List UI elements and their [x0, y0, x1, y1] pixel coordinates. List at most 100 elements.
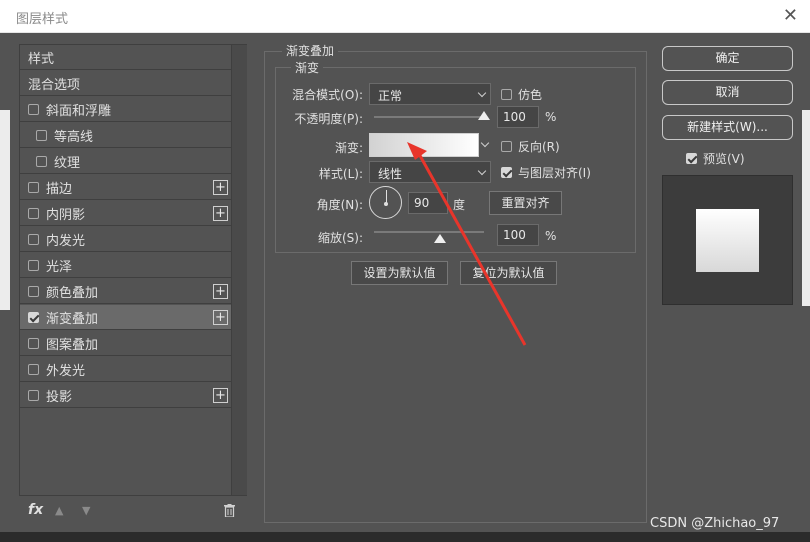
- scale-slider-thumb[interactable]: [434, 234, 446, 243]
- preview-thumbnail: [662, 175, 793, 305]
- move-up-icon[interactable]: ▲: [55, 504, 63, 517]
- window-bottom-edge: [0, 532, 810, 542]
- style-list-item[interactable]: 样式: [20, 45, 231, 70]
- style-checkbox-icon[interactable]: [28, 337, 39, 349]
- gradient-picker[interactable]: [369, 133, 479, 157]
- trash-icon[interactable]: [224, 504, 235, 517]
- preview-swatch: [696, 209, 759, 272]
- style-list-item[interactable]: 投影 +: [20, 383, 231, 408]
- style-list-item[interactable]: 斜面和浮雕: [20, 97, 231, 122]
- dither-check-icon[interactable]: [501, 89, 512, 100]
- style-checkbox-icon[interactable]: [28, 207, 39, 219]
- add-effect-icon[interactable]: +: [213, 206, 228, 221]
- blend-mode-select[interactable]: 正常: [369, 83, 491, 105]
- reset-alignment-button[interactable]: 重置对齐: [489, 191, 562, 215]
- title-bar: 图层样式 ✕: [0, 0, 810, 33]
- add-effect-icon[interactable]: +: [213, 284, 228, 299]
- style-checkbox-icon[interactable]: [28, 181, 39, 193]
- style-checkbox-icon[interactable]: [28, 311, 39, 323]
- gradient-label: 渐变:: [334, 141, 363, 155]
- style-list-item[interactable]: 纹理: [20, 149, 231, 174]
- style-list-item-label: 投影: [46, 389, 73, 405]
- angle-center-dot: [384, 202, 388, 206]
- reverse-checkbox[interactable]: 反向(R): [501, 138, 560, 155]
- style-checkbox-icon[interactable]: [28, 233, 39, 245]
- ok-button[interactable]: 确定: [662, 46, 793, 71]
- align-check-icon[interactable]: [501, 167, 512, 178]
- background-document-edge: [0, 110, 10, 310]
- style-list-item-label: 外发光: [46, 363, 86, 379]
- style-list-item[interactable]: 外发光: [20, 357, 231, 382]
- style-list-item-label: 纹理: [54, 155, 81, 171]
- style-list-item[interactable]: 内阴影 +: [20, 201, 231, 226]
- style-label: 样式(L):: [318, 167, 363, 181]
- scale-input[interactable]: 100: [497, 224, 539, 246]
- style-list-item-label: 样式: [28, 51, 55, 67]
- style-list-item[interactable]: 颜色叠加 +: [20, 279, 231, 304]
- add-effect-icon[interactable]: +: [213, 180, 228, 195]
- style-list-item[interactable]: 混合选项: [20, 71, 231, 96]
- preview-check-icon[interactable]: [686, 153, 697, 164]
- dither-checkbox[interactable]: 仿色: [501, 86, 542, 103]
- reverse-label: 反向(R): [518, 140, 560, 154]
- subsection-title: 渐变: [291, 59, 324, 76]
- style-list-item[interactable]: 等高线: [20, 123, 231, 148]
- opacity-slider-thumb[interactable]: [478, 111, 490, 120]
- angle-dial[interactable]: [369, 186, 402, 219]
- close-icon[interactable]: ✕: [783, 5, 798, 26]
- style-list-footer: fx ▲ ▼: [26, 502, 240, 522]
- chevron-down-icon: [477, 88, 487, 98]
- style-value: 线性: [378, 167, 403, 181]
- section-title: 渐变叠加: [282, 42, 339, 59]
- opacity-label: 不透明度(P):: [294, 112, 363, 126]
- window-title: 图层样式: [16, 12, 69, 27]
- style-list-item-label: 描边: [46, 181, 73, 197]
- style-checkbox-icon[interactable]: [28, 389, 39, 401]
- style-list-item-label: 渐变叠加: [46, 311, 99, 327]
- style-list-item-label: 斜面和浮雕: [46, 103, 112, 119]
- style-checkbox-icon[interactable]: [36, 155, 47, 167]
- style-list-item[interactable]: 光泽: [20, 253, 231, 278]
- style-select[interactable]: 线性: [369, 161, 491, 183]
- style-list-item[interactable]: 图案叠加: [20, 331, 231, 356]
- preview-label: 预览(V): [703, 152, 745, 166]
- style-list-scrollbar[interactable]: [231, 45, 247, 495]
- style-checkbox-icon[interactable]: [28, 285, 39, 297]
- reset-default-button[interactable]: 复位为默认值: [460, 261, 557, 285]
- add-effect-icon[interactable]: +: [213, 310, 228, 325]
- cancel-button[interactable]: 取消: [662, 80, 793, 105]
- new-style-button[interactable]: 新建样式(W)...: [662, 115, 793, 140]
- scale-label: 缩放(S):: [317, 231, 363, 245]
- style-checkbox-icon[interactable]: [28, 259, 39, 271]
- angle-input[interactable]: 90: [408, 192, 448, 214]
- align-with-layer-checkbox[interactable]: 与图层对齐(I): [501, 164, 591, 181]
- chevron-down-icon: [477, 166, 487, 176]
- make-default-button[interactable]: 设置为默认值: [351, 261, 448, 285]
- opacity-input[interactable]: 100: [497, 106, 539, 128]
- style-checkbox-icon[interactable]: [28, 103, 39, 115]
- style-list-item[interactable]: 内发光: [20, 227, 231, 252]
- dither-label: 仿色: [518, 88, 543, 102]
- angle-unit: 度: [453, 198, 466, 212]
- fx-icon[interactable]: fx: [28, 502, 43, 518]
- style-list-item-label: 图案叠加: [46, 337, 99, 353]
- chevron-down-icon: [480, 138, 490, 148]
- preview-checkbox[interactable]: 预览(V): [686, 150, 745, 167]
- gradient-dropdown[interactable]: [480, 133, 492, 157]
- opacity-slider[interactable]: [374, 116, 484, 118]
- blend-mode-value: 正常: [378, 89, 403, 103]
- angle-label: 角度(N):: [316, 198, 363, 212]
- style-list-item-label: 等高线: [54, 129, 94, 145]
- move-down-icon[interactable]: ▼: [82, 504, 90, 517]
- scale-slider[interactable]: [374, 231, 484, 233]
- style-list-item-label: 内发光: [46, 233, 86, 249]
- style-checkbox-icon[interactable]: [28, 363, 39, 375]
- style-list-item-label: 混合选项: [28, 77, 81, 93]
- reverse-check-icon[interactable]: [501, 141, 512, 152]
- align-label: 与图层对齐(I): [518, 166, 591, 180]
- style-list-item[interactable]: 渐变叠加 +: [20, 305, 231, 330]
- style-checkbox-icon[interactable]: [36, 129, 47, 141]
- add-effect-icon[interactable]: +: [213, 388, 228, 403]
- blend-mode-label: 混合模式(O):: [292, 88, 363, 102]
- style-list-item[interactable]: 描边 +: [20, 175, 231, 200]
